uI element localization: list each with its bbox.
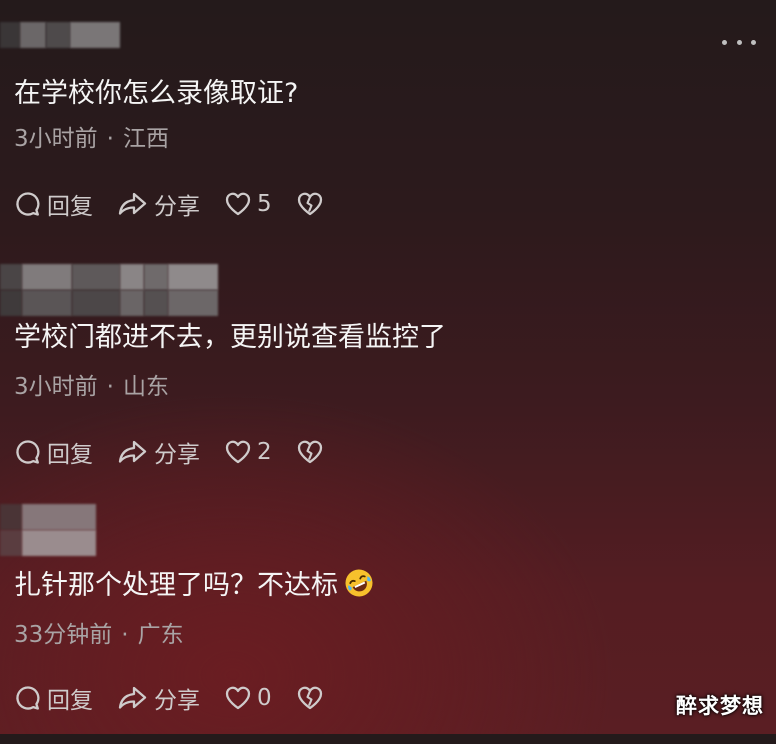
comment-time: 33分钟前 (14, 622, 113, 648)
speech-bubble-icon (14, 684, 42, 712)
broken-heart-icon (296, 438, 324, 466)
username-redacted (0, 22, 120, 74)
meta-separator: · (106, 126, 114, 152)
comment-actions: 回复 分享 5 (14, 184, 348, 224)
reply-label: 回复 (47, 688, 93, 714)
like-count: 0 (257, 685, 272, 711)
share-button[interactable]: 分享 (117, 187, 200, 221)
like-count: 2 (257, 439, 272, 465)
share-button[interactable]: 分享 (117, 681, 200, 715)
share-button[interactable]: 分享 (117, 435, 200, 469)
meta-separator: · (106, 374, 114, 400)
share-label: 分享 (154, 442, 200, 468)
reply-button[interactable]: 回复 (14, 435, 93, 469)
comment-actions: 回复 分享 2 (14, 432, 348, 472)
speech-bubble-icon (14, 438, 42, 466)
comment-text: 在学校你怎么录像取证? (14, 78, 299, 109)
comment-item: 学校门都进不去，更别说查看监控了 3小时前 · 山东 回复 分享 2 (0, 264, 776, 504)
like-count: 5 (257, 191, 272, 217)
share-label: 分享 (154, 688, 200, 714)
broken-heart-icon (296, 684, 324, 712)
watermark: 醉求梦想 (676, 694, 764, 718)
comment-actions: 回复 分享 0 (14, 678, 348, 718)
heart-icon (224, 438, 252, 466)
reply-label: 回复 (47, 194, 93, 220)
reply-button[interactable]: 回复 (14, 681, 93, 715)
username-redacted (0, 264, 218, 316)
comment-meta: 3小时前 · 山东 (14, 372, 169, 402)
username-redacted (0, 504, 96, 556)
dislike-button[interactable] (296, 684, 324, 712)
heart-icon (224, 684, 252, 712)
reply-label: 回复 (47, 442, 93, 468)
dislike-button[interactable] (296, 438, 324, 466)
comment-location: 山东 (122, 374, 169, 400)
share-arrow-icon (117, 684, 149, 712)
comment-text: 扎针那个处理了吗？不达标 (14, 568, 374, 604)
speech-bubble-icon (14, 190, 42, 218)
heart-icon (224, 190, 252, 218)
share-arrow-icon (117, 190, 149, 218)
rolling-on-floor-laughing-emoji (344, 568, 374, 598)
reply-button[interactable]: 回复 (14, 187, 93, 221)
comment-meta: 3小时前 · 江西 (14, 124, 169, 154)
comment-text: 学校门都进不去，更别说查看监控了 (14, 322, 446, 353)
meta-separator: · (121, 622, 129, 648)
like-button[interactable]: 2 (224, 438, 272, 466)
comment-item: 扎针那个处理了吗？不达标 33分钟前 · 广东 回复 分享 0 (0, 504, 776, 744)
share-arrow-icon (117, 438, 149, 466)
comment-meta: 33分钟前 · 广东 (14, 620, 184, 650)
comment-time: 3小时前 (14, 374, 98, 400)
like-button[interactable]: 0 (224, 684, 272, 712)
dislike-button[interactable] (296, 190, 324, 218)
broken-heart-icon (296, 190, 324, 218)
comment-location: 江西 (122, 126, 169, 152)
like-button[interactable]: 5 (224, 190, 272, 218)
comment-time: 3小时前 (14, 126, 98, 152)
share-label: 分享 (154, 194, 200, 220)
comment-location: 广东 (137, 622, 184, 648)
comment-item: 在学校你怎么录像取证? 3小时前 · 江西 回复 分享 5 (0, 22, 776, 262)
